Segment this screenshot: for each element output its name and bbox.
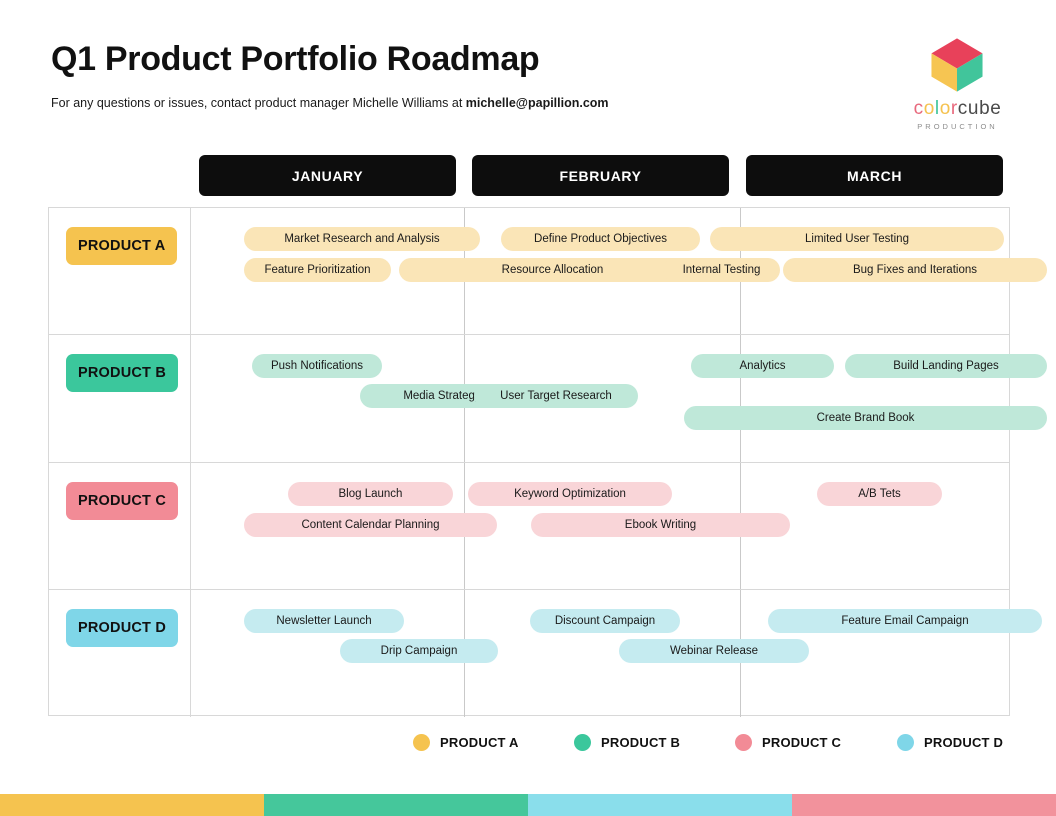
task-bar[interactable]: Keyword Optimization [468,482,672,506]
footer-segment-3 [528,794,792,816]
legend-label: PRODUCT D [924,734,1004,750]
task-bar[interactable]: Content Calendar Planning [244,513,497,537]
task-bar[interactable]: Drip Campaign [340,639,498,663]
task-bar[interactable]: Blog Launch [288,482,453,506]
month-header-january: JANUARY [199,155,456,196]
task-bar[interactable]: Define Product Objectives [501,227,700,251]
subtitle-text: For any questions or issues, contact pro… [51,96,466,110]
legend-label: PRODUCT C [762,734,842,750]
legend-label: PRODUCT B [601,734,681,750]
brand-logo: colorcube PRODUCTION [900,36,1015,134]
logo-word-cube: cube [957,98,1002,119]
task-lane-product-a: Market Research and Analysis Define Produ… [190,208,1047,334]
task-bar[interactable]: Webinar Release [619,639,809,663]
task-bar[interactable]: Market Research and Analysis [244,227,480,251]
row-label-cell: PRODUCT B [49,335,190,462]
row-label-cell: PRODUCT D [49,590,190,717]
logo-letter-o1: o [923,98,935,119]
footer-segment-4 [792,794,1056,816]
legend-dot-icon [413,733,430,751]
product-badge-a[interactable]: PRODUCT A [66,227,178,265]
task-lane-product-b: Push Notifications Analytics Build Landing… [190,335,1047,462]
task-bar[interactable]: Discount Campaign [530,609,680,633]
legend-item-product-a: PRODUCT A [413,729,519,755]
task-bar[interactable]: Newsletter Launch [244,609,404,633]
month-header-march: MARCH [746,155,1003,196]
page-subtitle: For any questions or issues, contact pro… [51,96,609,110]
logo-letter-r: r [950,98,958,119]
logo-tagline: PRODUCTION [917,122,998,131]
task-bar[interactable]: Feature Prioritization [244,258,391,282]
month-header-row: JANUARY FEBRUARY MARCH [0,155,1056,196]
roadmap-row-product-d: PRODUCT D Newsletter Launch Discount Camp… [49,590,1042,717]
legend-label: PRODUCT A [440,734,519,750]
contact-email: michelle@papillion.com [465,96,609,110]
legend-dot-icon [735,733,752,751]
task-bar[interactable]: Create Brand Book [684,406,1047,430]
task-lane-product-c: Blog Launch Keyword Optimization A/B Tets C… [190,463,1009,589]
product-badge-b[interactable]: PRODUCT B [66,354,178,392]
task-bar[interactable]: Resource Allocation [399,258,706,282]
task-bar[interactable]: Ebook Writing [531,513,790,537]
product-badge-d[interactable]: PRODUCT D [66,609,178,647]
legend-item-product-b: PRODUCT B [574,729,680,755]
row-label-cell: PRODUCT A [49,208,190,334]
task-bar[interactable]: Internal Testing [663,258,780,282]
task-bar[interactable]: Limited User Testing [710,227,1004,251]
footer-segment-2 [264,794,528,816]
task-bar[interactable]: User Target Research [474,384,638,408]
task-bar[interactable]: Push Notifications [252,354,382,378]
product-badge-c[interactable]: PRODUCT C [66,482,178,520]
page-title: Q1 Product Portfolio Roadmap [51,40,540,78]
task-lane-product-d: Newsletter Launch Discount Campaign Featur… [190,590,1042,717]
roadmap-row-product-c: PRODUCT C Blog Launch Keyword Optimizatio… [49,463,1009,590]
task-bar[interactable]: Feature Email Campaign [768,609,1042,633]
roadmap-row-product-a: PRODUCT A Market Research and Analysis De… [49,208,1047,335]
legend-item-product-c: PRODUCT C [735,729,841,755]
roadmap-grid: PRODUCT A Market Research and Analysis De… [48,207,1047,717]
legend-item-product-d: PRODUCT D [897,729,1003,755]
task-bar[interactable]: Build Landing Pages [845,354,1047,378]
logo-letter-c: c [913,98,924,119]
legend-dot-icon [897,733,914,751]
footer-segment-1 [0,794,264,816]
footer-color-strip [0,794,1056,816]
row-label-cell: PRODUCT C [49,463,190,589]
legend-dot-icon [574,733,591,751]
month-header-february: FEBRUARY [472,155,729,196]
cube-icon [931,38,983,92]
task-bar[interactable]: Bug Fixes and Iterations [783,258,1047,282]
logo-wordmark: colorcube [900,98,1015,120]
logo-letter-o2: o [939,98,951,119]
task-bar[interactable]: Analytics [691,354,834,378]
roadmap-row-product-b: PRODUCT B Push Notifications Analytics Bui… [49,335,1047,463]
page-header: Q1 Product Portfolio Roadmap For any que… [0,0,1056,145]
legend: PRODUCT A PRODUCT B PRODUCT C PRODUCT D [0,729,1056,755]
task-bar[interactable]: A/B Tets [817,482,942,506]
